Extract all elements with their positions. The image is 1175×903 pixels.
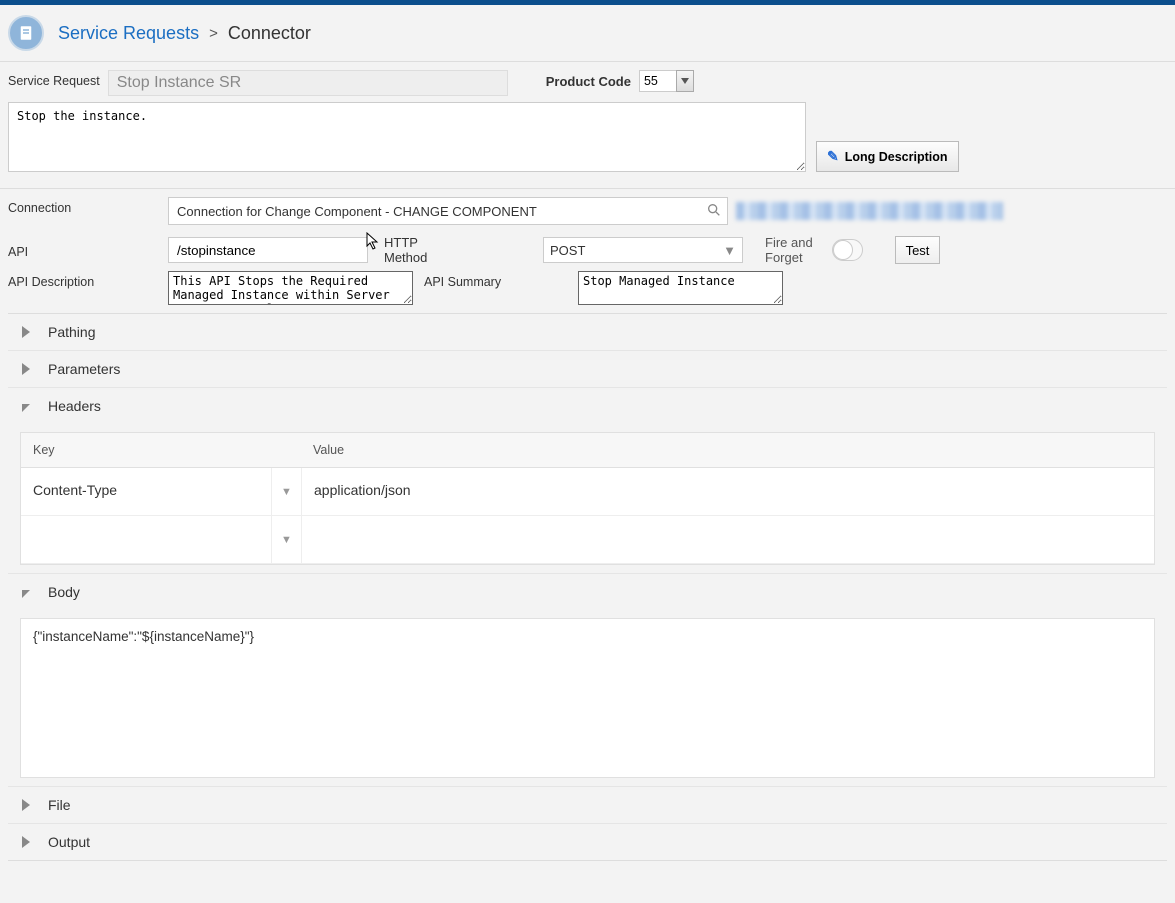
pencil-icon: ✎	[827, 148, 839, 165]
http-method-value: POST	[550, 243, 585, 258]
headers-row: Content-Type ▼ application/json	[21, 468, 1154, 516]
api-summary-textarea[interactable]: Stop Managed Instance	[578, 271, 783, 305]
section-file-title: File	[48, 797, 71, 813]
breadcrumb-root-link[interactable]: Service Requests	[58, 23, 199, 44]
headers-table-header: Key Value	[21, 433, 1154, 468]
product-code-select[interactable]	[639, 70, 694, 92]
api-description-label: API Description	[8, 271, 168, 289]
breadcrumb-current: Connector	[228, 23, 311, 44]
toggle-knob	[833, 240, 853, 260]
service-request-label: Service Request	[8, 70, 100, 88]
header-key-cell[interactable]	[21, 516, 271, 563]
divider	[0, 188, 1175, 189]
short-description-textarea[interactable]: Stop the instance.	[8, 102, 806, 172]
search-icon[interactable]	[706, 202, 722, 221]
section-parameters-header[interactable]: Parameters	[8, 350, 1167, 387]
section-pathing-title: Pathing	[48, 324, 95, 340]
caret-right-icon	[22, 326, 30, 338]
chevron-down-icon: ▼	[723, 243, 736, 258]
section-body-title: Body	[48, 584, 80, 600]
http-method-select[interactable]: POST ▼	[543, 237, 743, 263]
header-key-cell[interactable]: Content-Type	[21, 468, 271, 515]
header-value-cell[interactable]: application/json	[301, 468, 1154, 515]
service-request-field[interactable]	[108, 70, 508, 96]
body-textarea[interactable]: {"instanceName":"${instanceName}"}	[20, 618, 1155, 778]
section-pathing-header[interactable]: Pathing	[8, 314, 1167, 350]
caret-right-icon	[22, 363, 30, 375]
breadcrumb-separator: >	[209, 25, 218, 42]
headers-table: Key Value Content-Type ▼ application/jso…	[20, 432, 1155, 565]
fire-and-forget-toggle[interactable]	[832, 239, 863, 261]
header-key-dropdown[interactable]: ▼	[271, 468, 301, 515]
test-button[interactable]: Test	[895, 236, 940, 264]
long-description-button[interactable]: ✎ Long Description	[816, 141, 959, 172]
header-key-dropdown[interactable]: ▼	[271, 516, 301, 563]
section-body-header[interactable]: Body	[8, 573, 1167, 610]
api-summary-label: API Summary	[418, 271, 578, 289]
long-description-label: Long Description	[845, 150, 948, 164]
document-icon	[8, 15, 44, 51]
api-description-textarea[interactable]: This API Stops the Required Managed Inst…	[168, 271, 413, 305]
section-file-header[interactable]: File	[8, 786, 1167, 823]
section-output-title: Output	[48, 834, 90, 850]
section-headers-title: Headers	[48, 398, 101, 414]
connection-url-link[interactable]	[736, 202, 1003, 220]
section-headers-header[interactable]: Headers	[8, 387, 1167, 424]
section-output-header[interactable]: Output	[8, 823, 1167, 860]
headers-col-value: Value	[301, 433, 1154, 467]
connection-label: Connection	[8, 197, 168, 215]
chevron-down-icon: ▼	[281, 486, 292, 498]
api-field[interactable]	[168, 237, 368, 263]
caret-right-icon	[22, 836, 30, 848]
fire-and-forget-label: Fire and Forget	[743, 235, 826, 265]
headers-row: ▼	[21, 516, 1154, 564]
caret-expanded-icon	[22, 404, 30, 412]
breadcrumb: Service Requests > Connector	[0, 5, 1175, 62]
caret-right-icon	[22, 799, 30, 811]
headers-col-key: Key	[21, 433, 301, 467]
http-method-label: HTTP Method	[378, 235, 458, 265]
product-code-label: Product Code	[546, 70, 631, 89]
section-parameters-title: Parameters	[48, 361, 120, 377]
header-value-cell[interactable]	[301, 516, 1154, 563]
api-label: API	[8, 241, 168, 259]
chevron-down-icon: ▼	[281, 534, 292, 546]
caret-expanded-icon	[22, 590, 30, 598]
connection-field[interactable]	[168, 197, 728, 225]
